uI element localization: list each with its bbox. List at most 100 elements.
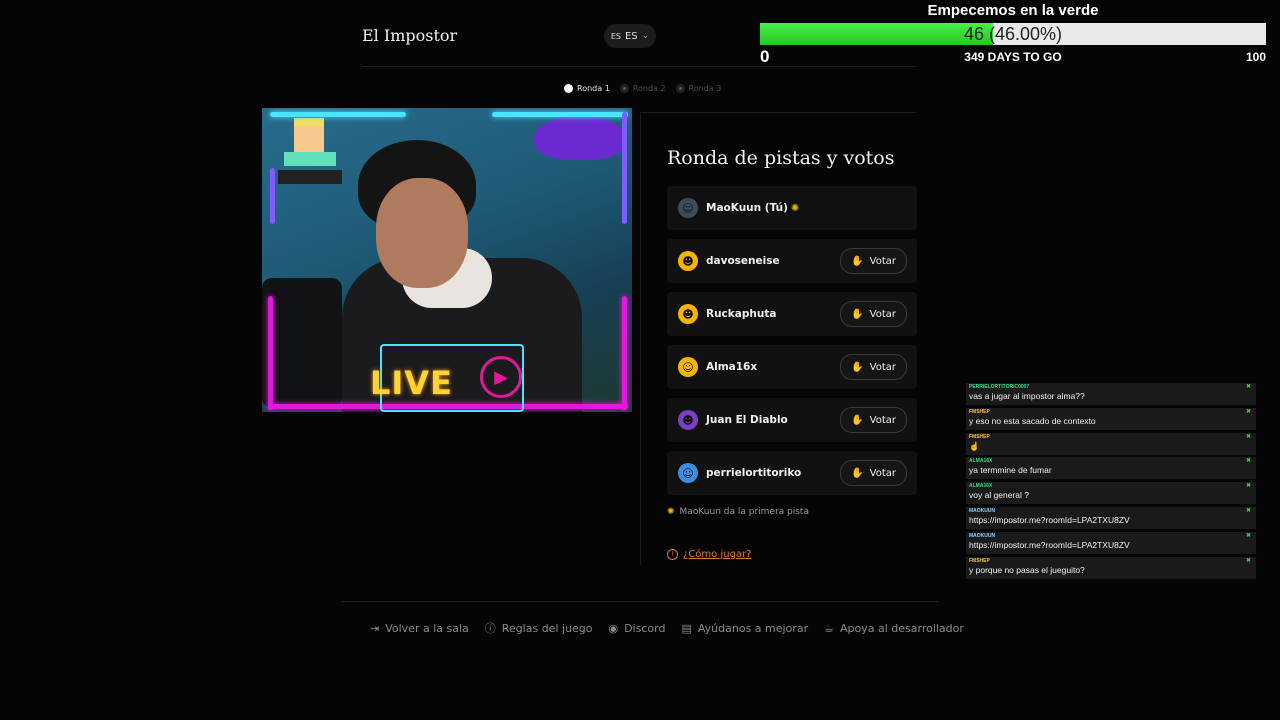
chat-message: FMSHEP ☝ ✖: [966, 432, 1256, 455]
language-code: ES: [624, 30, 638, 42]
round-label: Ronda 3: [688, 84, 722, 93]
footer-divider: [342, 601, 938, 602]
check-badge-icon: ✖: [1245, 407, 1251, 415]
player-name: davoseneise: [706, 255, 840, 267]
stream-chat: PERRIELORTITORIC0007 vas a jugar al impos…: [966, 383, 1256, 581]
chat-message-text: vas a jugar al impostor alma??: [969, 391, 1085, 401]
player-name-text: Ruckaphuta: [706, 308, 777, 320]
sun-icon: ✺: [667, 507, 675, 517]
player-name-text: davoseneise: [706, 255, 780, 267]
discord-icon: ◉: [608, 621, 619, 635]
check-badge-icon: ✖: [1245, 383, 1251, 390]
footer-link[interactable]: ▤ Ayúdanos a mejorar: [681, 620, 808, 636]
chat-message-text: y eso no esta sacado de contexto: [969, 415, 1096, 426]
chat-message-text: https://impostor.me?roomId=LPA2TXU8ZV: [969, 539, 1130, 550]
chat-message: FMSHEP y eso no esta sacado de contexto ✖: [966, 407, 1256, 430]
heart-eyes-face-icon: ☺: [678, 357, 698, 377]
player-name: perrielortitoriko: [706, 467, 840, 479]
vote-label: Votar: [869, 255, 896, 267]
rounds-divider: [640, 112, 916, 113]
neon-frame-top-left: [270, 112, 406, 117]
footer-link[interactable]: ◉ Discord: [609, 620, 666, 636]
chat-message-text: ☝: [969, 440, 980, 451]
check-badge-icon: ✖: [1245, 482, 1251, 490]
vote-label: Votar: [869, 414, 896, 426]
vote-label: Votar: [869, 308, 896, 320]
round-indicator: Ronda 1 Ronda 2 Ronda 3: [564, 84, 721, 93]
hand-icon: ✋: [851, 308, 864, 320]
feedback-icon: ▤: [681, 621, 692, 635]
player-name-text: MaoKuun (Tú): [706, 202, 788, 214]
round-step-2: Ronda 2: [619, 84, 666, 93]
footer-link-label[interactable]: Reglas del juego: [502, 622, 593, 635]
live-label: LIVE: [370, 364, 453, 402]
player-row: ☻ Juan El Diablo ✋ Votar: [667, 398, 917, 442]
vote-button[interactable]: ✋ Votar: [840, 407, 907, 433]
chat-message: ALMA16X voy al general ? ✖: [966, 482, 1256, 505]
round-step-1: Ronda 1: [564, 84, 610, 93]
player-row: ☻ Ruckaphuta ✋ Votar: [667, 292, 917, 336]
round-label: Ronda 2: [632, 84, 666, 93]
chat-message: FMSHEP y porque no pasas el jueguito? ✖: [966, 556, 1256, 579]
chat-message-text: voy al general ?: [969, 490, 1030, 501]
player-name: MaoKuun (Tú) ✺: [706, 202, 907, 214]
goal-progress-label: 46 (46.00%): [963, 24, 1063, 44]
how-to-play-label[interactable]: ¿Cómo jugar?: [683, 549, 751, 560]
goal-days-remaining: 349 DAYS TO GO: [964, 50, 1062, 64]
chevron-down-icon: ⌄: [641, 31, 650, 41]
footer-link[interactable]: ☕ Apoya al desarrollador: [824, 620, 964, 636]
neon-frame-top-right: [492, 112, 628, 117]
footer-link-label[interactable]: Apoya al desarrollador: [840, 622, 964, 635]
app-title[interactable]: El Impostor: [362, 26, 457, 45]
player-name: Alma16x: [706, 361, 840, 373]
vote-button[interactable]: ✋ Votar: [840, 354, 907, 380]
clue-text: MaoKuun da la primera pista: [679, 507, 809, 517]
neon-frame-right-lower: [622, 296, 627, 410]
panel-title: Ronda de pistas y votos: [667, 147, 895, 169]
player-name-text: perrielortitoriko: [706, 467, 802, 479]
clue-status: ✺ MaoKuun da la primera pista: [667, 507, 809, 517]
vote-button[interactable]: ✋ Votar: [840, 248, 907, 274]
cold-face-icon: ☺: [678, 463, 698, 483]
goal-max-value: 100: [1245, 50, 1266, 64]
round-dot-icon: [675, 84, 685, 93]
player-row: ☺ perrielortitoriko ✋ Votar: [667, 451, 917, 495]
how-to-play-link[interactable]: ! ¿Cómo jugar?: [667, 549, 751, 560]
chat-message-text: y porque no pasas el jueguito?: [969, 564, 1085, 575]
hand-icon: ✋: [851, 467, 864, 479]
hand-icon: ✋: [851, 361, 864, 373]
check-badge-icon: ✖: [1245, 531, 1251, 539]
turtle-sprite: [534, 116, 626, 160]
footer-link-label[interactable]: Discord: [624, 622, 665, 635]
footer-link-label[interactable]: Volver a la sala: [385, 622, 469, 635]
microphone-stand: [262, 278, 342, 408]
vote-button[interactable]: ✋ Votar: [840, 301, 907, 327]
player-name-text: Juan El Diablo: [706, 414, 788, 426]
vote-button[interactable]: ✋ Votar: [840, 460, 907, 486]
goal-progress-bar: 46 (46.00%): [760, 23, 1266, 45]
streamer-face: [376, 178, 468, 288]
cool-face-icon: ☻: [678, 251, 698, 271]
info-icon: ⓘ: [484, 622, 496, 635]
play-icon: ▶: [480, 356, 522, 398]
footer-link-label[interactable]: Ayúdanos a mejorar: [698, 622, 808, 635]
webcam-feed: LIVE ▶: [262, 108, 632, 412]
hand-icon: ✋: [851, 414, 864, 426]
coffee-icon: ☕: [824, 621, 834, 635]
footer-link[interactable]: ⇥ Volver a la sala: [370, 620, 469, 636]
chat-message-text: ya termmine de fumar: [969, 465, 1052, 476]
footer-link[interactable]: ⓘ Reglas del juego: [485, 620, 593, 636]
round-dot-icon: [564, 84, 573, 93]
chat-message: MAOKUUN https://impostor.me?roomId=LPA2TX…: [966, 531, 1256, 554]
player-name: Juan El Diablo: [706, 414, 840, 426]
round-label: Ronda 1: [577, 84, 610, 93]
check-badge-icon: ✖: [1245, 506, 1251, 514]
pixel-character-sprite: [274, 112, 346, 188]
header-divider: [362, 66, 916, 67]
robot-icon: ☺: [678, 198, 698, 218]
hand-icon: ✋: [851, 255, 864, 267]
flag-icon: ES: [610, 31, 621, 41]
chat-message-text: https://impostor.me?roomId=LPA2TXU8ZV: [969, 514, 1130, 525]
check-badge-icon: ✖: [1245, 432, 1251, 440]
language-selector[interactable]: ES ES ⌄: [604, 24, 656, 48]
